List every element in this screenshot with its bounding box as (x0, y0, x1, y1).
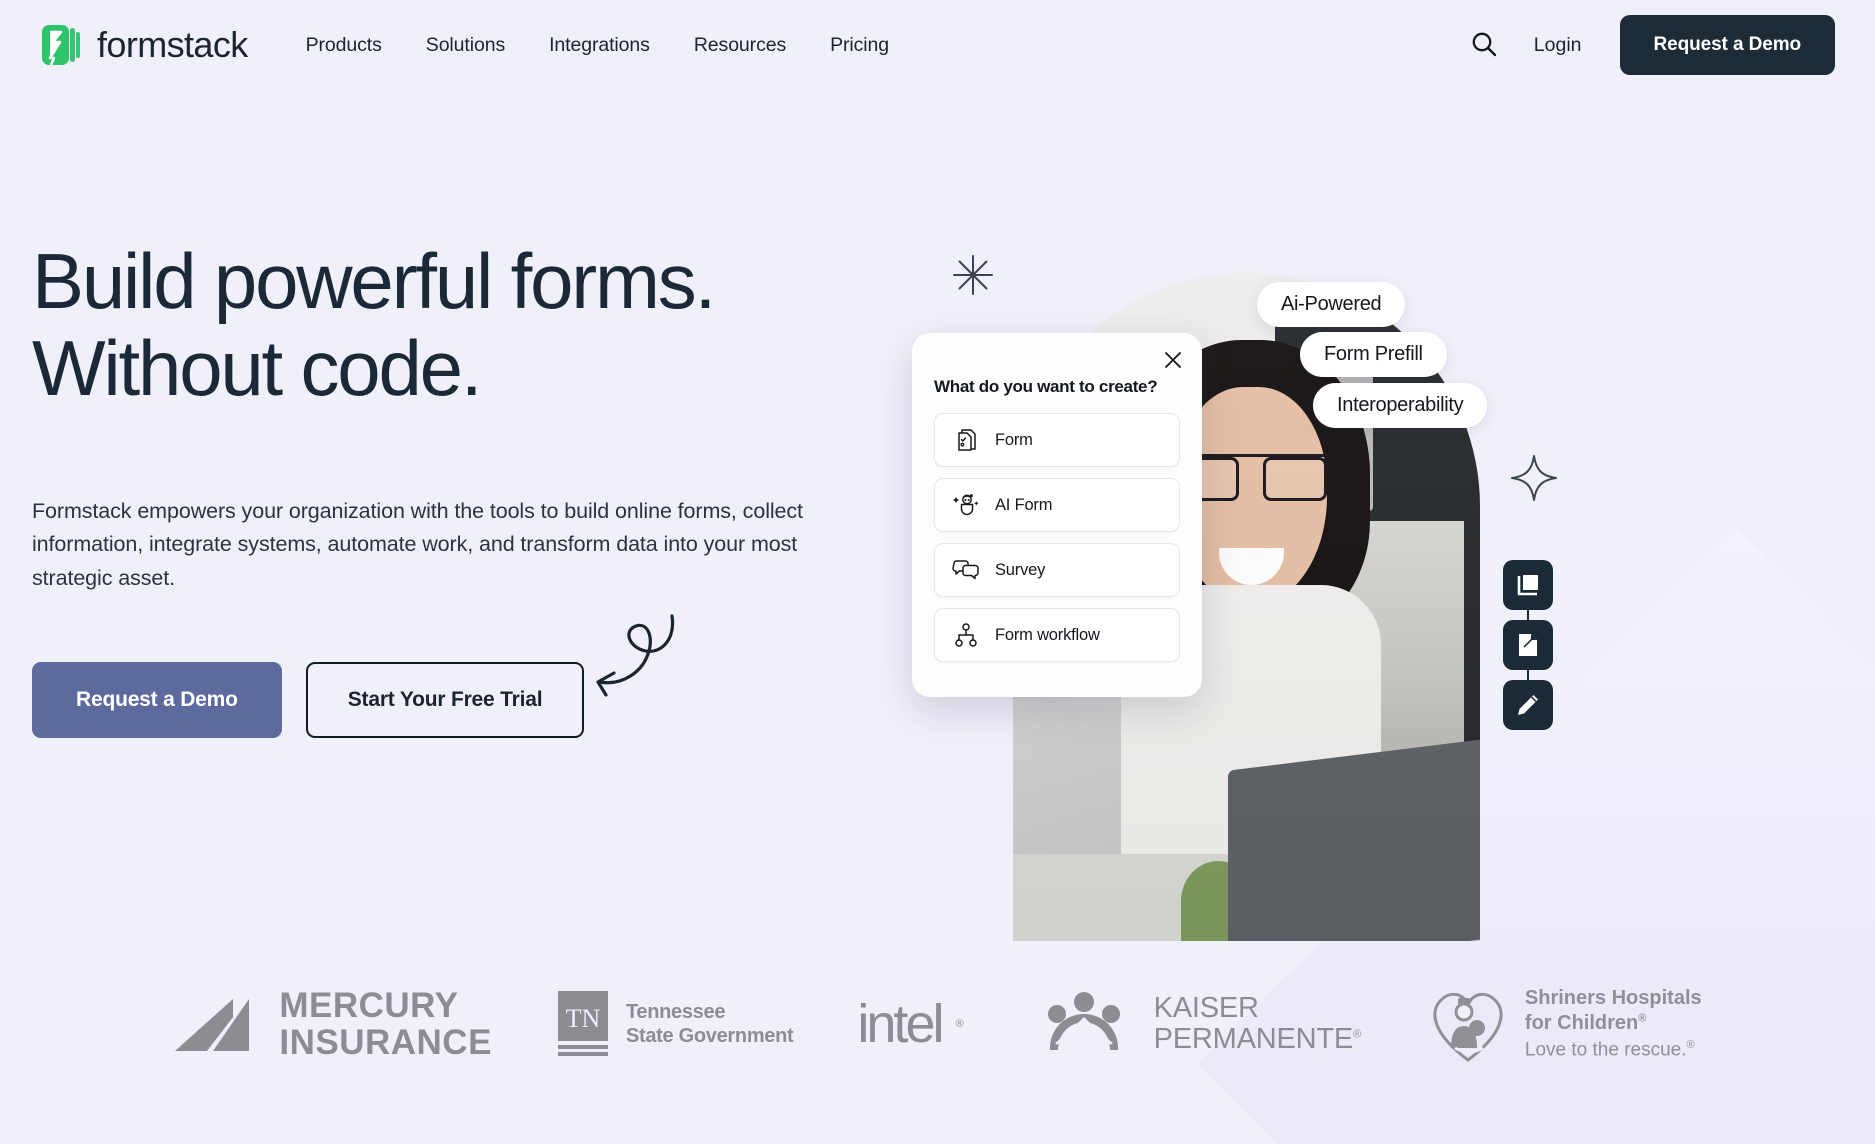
asterisk-decoration-icon (950, 252, 996, 303)
page-root: formstack Products Solutions Integration… (0, 0, 1875, 1144)
mercury-line-1: MERCURY (279, 985, 459, 1025)
tennessee-state-government-logo: TN Tennessee State Government (556, 991, 794, 1057)
create-option-form-workflow[interactable]: Form workflow (934, 608, 1180, 662)
shriners-registered-mark: ® (1638, 1012, 1647, 1025)
feature-pill-ai-powered[interactable]: Ai-Powered (1257, 282, 1406, 327)
tn-line-2: State Government (625, 1025, 794, 1047)
page-title: Build powerful forms. Without code. (32, 237, 872, 413)
workflow-tree-icon (951, 620, 981, 650)
hero-content: Build powerful forms. Without code. Form… (32, 237, 872, 738)
sparkle-icon (1508, 452, 1560, 509)
curved-arrow-icon (572, 598, 692, 723)
create-option-survey[interactable]: Survey (934, 543, 1180, 597)
shriners-line-2-text: for Children (1524, 1011, 1639, 1034)
shriners-heart-icon (1433, 992, 1503, 1062)
create-option-form[interactable]: Form (934, 413, 1180, 467)
page-document-icon[interactable] (1503, 620, 1553, 670)
intel-wordmark: intel (857, 994, 944, 1054)
nav-item-resources[interactable]: Resources (672, 24, 808, 67)
hero-request-demo-button[interactable]: Request a Demo (32, 661, 282, 738)
customer-logo-bar: MERCURY INSURANCE TN Tennessee State Gov… (0, 982, 1875, 1066)
nav-item-integrations[interactable]: Integrations (527, 24, 672, 67)
chat-bubbles-icon (951, 555, 981, 585)
nav-item-solutions[interactable]: Solutions (404, 24, 527, 67)
shriners-tagline: Love to the rescue.® (1525, 1039, 1702, 1061)
header-request-demo-button[interactable]: Request a Demo (1619, 15, 1835, 75)
brand-logo[interactable]: formstack (40, 23, 248, 67)
kaiser-permanente-logo: KAISER PERMANENTE® (1028, 988, 1361, 1060)
brand-name: formstack (97, 24, 248, 65)
formstack-logo-icon (40, 23, 85, 67)
tn-seal-icon: TN (557, 991, 608, 1056)
mercury-line-2: INSURANCE (279, 1023, 492, 1062)
hero-visual: What do you want to create? Form AI Form… (900, 230, 1840, 941)
svg-text:TN: TN (566, 1004, 601, 1033)
search-button[interactable] (1458, 19, 1510, 71)
shriners-line-2: for Children® (1525, 1011, 1702, 1035)
document-stack-icon (951, 425, 981, 455)
login-link[interactable]: Login (1510, 24, 1606, 67)
kaiser-line-1: KAISER (1153, 991, 1259, 1024)
intel-registered-mark: ® (955, 1018, 964, 1030)
hero-cta-group: Request a Demo Start Your Free Trial (32, 614, 872, 738)
create-option-label: AI Form (995, 495, 1053, 514)
layers-copy-icon[interactable] (1503, 560, 1553, 610)
nav-item-products[interactable]: Products (284, 24, 404, 67)
intel-logo: intel ® (857, 993, 963, 1055)
kaiser-line-2-text: PERMANENTE (1153, 1023, 1354, 1055)
pencil-edit-icon[interactable] (1503, 680, 1553, 730)
kaiser-registered-mark: ® (1353, 1028, 1361, 1041)
shriners-line-1: Shriners Hospitals (1524, 987, 1702, 1010)
kaiser-sunburst-icon (1047, 992, 1120, 1050)
nav-item-pricing[interactable]: Pricing (808, 24, 911, 67)
tn-line-1: Tennessee (625, 1001, 726, 1023)
modal-title: What do you want to create? (934, 377, 1158, 396)
hero-title-line-2: Without code. (32, 324, 483, 413)
site-header: formstack Products Solutions Integration… (0, 0, 1875, 90)
create-option-label: Form workflow (995, 625, 1100, 644)
kaiser-line-2: PERMANENTE® (1153, 1023, 1362, 1055)
hero-subtitle: Formstack empowers your organization wit… (32, 498, 803, 591)
main-nav: Products Solutions Integrations Resource… (284, 24, 911, 67)
create-option-ai-form[interactable]: AI Form (934, 478, 1180, 532)
shriners-hospitals-logo: Shriners Hospitals for Children® Love to… (1425, 982, 1702, 1066)
feature-pill-form-prefill[interactable]: Form Prefill (1300, 332, 1447, 377)
mercury-triangle-icon (175, 999, 250, 1051)
close-icon[interactable] (1158, 345, 1188, 375)
create-modal: What do you want to create? Form AI Form… (912, 333, 1202, 697)
start-free-trial-button[interactable]: Start Your Free Trial (305, 661, 585, 738)
mercury-insurance-logo: MERCURY INSURANCE (173, 987, 492, 1061)
search-icon (1470, 30, 1498, 61)
feature-pill-interoperability[interactable]: Interoperability (1313, 383, 1488, 428)
hero-title-line-1: Build powerful forms. (32, 237, 716, 325)
create-option-label: Survey (995, 560, 1046, 579)
header-actions: Login Request a Demo (1458, 15, 1835, 75)
shriners-tagline-text: Love to the rescue. (1524, 1039, 1687, 1061)
ai-robot-icon (951, 490, 981, 520)
create-option-label: Form (995, 430, 1033, 449)
shriners-tagline-registered-mark: ® (1686, 1039, 1695, 1052)
